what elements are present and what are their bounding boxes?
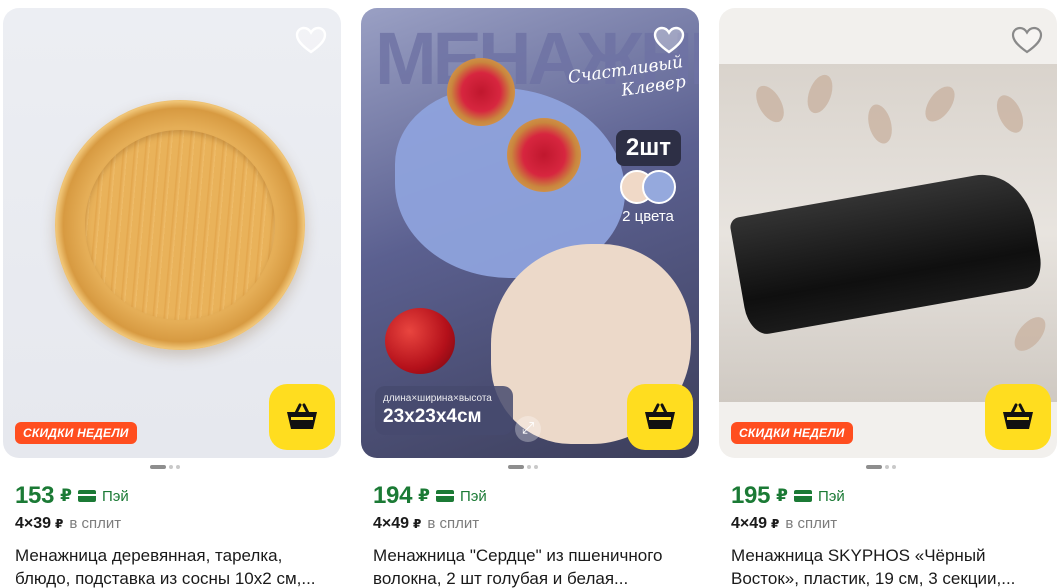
basket-icon <box>287 403 317 429</box>
product-card[interactable]: СКИДКИ НЕДЕЛИ 195 ₽ Пэй 4×49 ₽ в сплит М… <box>719 8 1057 588</box>
price: 194 <box>373 482 413 509</box>
product-grid: СКИДКИ НЕДЕЛИ 153 ₽ Пэй 4×39 ₽ в сплит М… <box>0 0 1062 588</box>
colors-info: 2 цвета <box>615 170 681 225</box>
split-currency: ₽ <box>55 517 64 531</box>
split-row: 4×49 ₽ в сплит <box>731 515 837 533</box>
price: 153 <box>15 482 55 509</box>
add-to-cart-button[interactable] <box>985 384 1051 450</box>
product-title[interactable]: Менажница "Сердце" из пшеничного волокна… <box>373 544 693 588</box>
split-label: в сплит <box>69 515 122 532</box>
product-title[interactable]: Менажница деревянная, тарелка, блюдо, по… <box>15 544 335 588</box>
product-image[interactable]: СКИДКИ НЕДЕЛИ <box>3 8 341 458</box>
dimensions-label: длина×ширина×высота <box>383 393 492 404</box>
apple <box>385 308 455 374</box>
product-title[interactable]: Менажница SKYPHOS «Чёрный Восток», пласт… <box>731 544 1051 588</box>
split-amount: 4×39 <box>15 515 52 532</box>
pay-label: Пэй <box>818 487 845 505</box>
currency: ₽ <box>776 486 788 505</box>
pay-card-icon <box>78 490 96 502</box>
dimensions-value: 23х23х4см <box>383 406 482 427</box>
colors-label: 2 цвета <box>622 208 674 225</box>
product-image[interactable]: СКИДКИ НЕДЕЛИ <box>719 8 1057 458</box>
image-pagination <box>150 465 180 469</box>
black-dish <box>728 166 1046 338</box>
split-row: 4×49 ₽ в сплит <box>373 515 479 533</box>
price-row: 153 ₽ Пэй <box>15 482 129 510</box>
price: 195 <box>731 482 771 509</box>
pay-card-icon <box>794 490 812 502</box>
basket-icon <box>645 403 675 429</box>
split-label: в сплит <box>427 515 480 532</box>
split-amount: 4×49 <box>731 515 768 532</box>
image-pagination <box>508 465 538 469</box>
product-image[interactable]: МЕНАЖНИЦЫ Счастливый Клевер 2шт 2 цвета … <box>361 8 699 458</box>
discount-badge: СКИДКИ НЕДЕЛИ <box>731 422 853 444</box>
currency: ₽ <box>418 486 430 505</box>
split-currency: ₽ <box>771 517 780 531</box>
color-swatches <box>620 170 676 204</box>
quantity-label: 2шт <box>615 130 681 166</box>
pay-label: Пэй <box>460 487 487 505</box>
dimensions-box: длина×ширина×высота 23х23х4см <box>375 386 513 435</box>
add-to-cart-button[interactable] <box>269 384 335 450</box>
price-row: 194 ₽ Пэй <box>373 482 487 510</box>
currency: ₽ <box>60 486 72 505</box>
split-row: 4×39 ₽ в сплит <box>15 515 121 533</box>
split-amount: 4×49 <box>373 515 410 532</box>
black-dish-photo <box>719 64 1057 402</box>
image-pagination <box>866 465 896 469</box>
discount-badge: СКИДКИ НЕДЕЛИ <box>15 422 137 444</box>
product-card[interactable]: МЕНАЖНИЦЫ Счастливый Клевер 2шт 2 цвета … <box>361 8 699 588</box>
heart-icon[interactable] <box>653 26 685 54</box>
pay-label: Пэй <box>102 487 129 505</box>
price-row: 195 ₽ Пэй <box>731 482 845 510</box>
expand-icon: ⤢ <box>515 416 541 442</box>
split-currency: ₽ <box>413 517 422 531</box>
heart-icon[interactable] <box>1011 26 1043 54</box>
pay-card-icon <box>436 490 454 502</box>
product-card[interactable]: СКИДКИ НЕДЕЛИ 153 ₽ Пэй 4×39 ₽ в сплит М… <box>3 8 341 588</box>
add-to-cart-button[interactable] <box>627 384 693 450</box>
basket-icon <box>1003 403 1033 429</box>
heart-icon[interactable] <box>295 26 327 54</box>
split-label: в сплит <box>785 515 838 532</box>
